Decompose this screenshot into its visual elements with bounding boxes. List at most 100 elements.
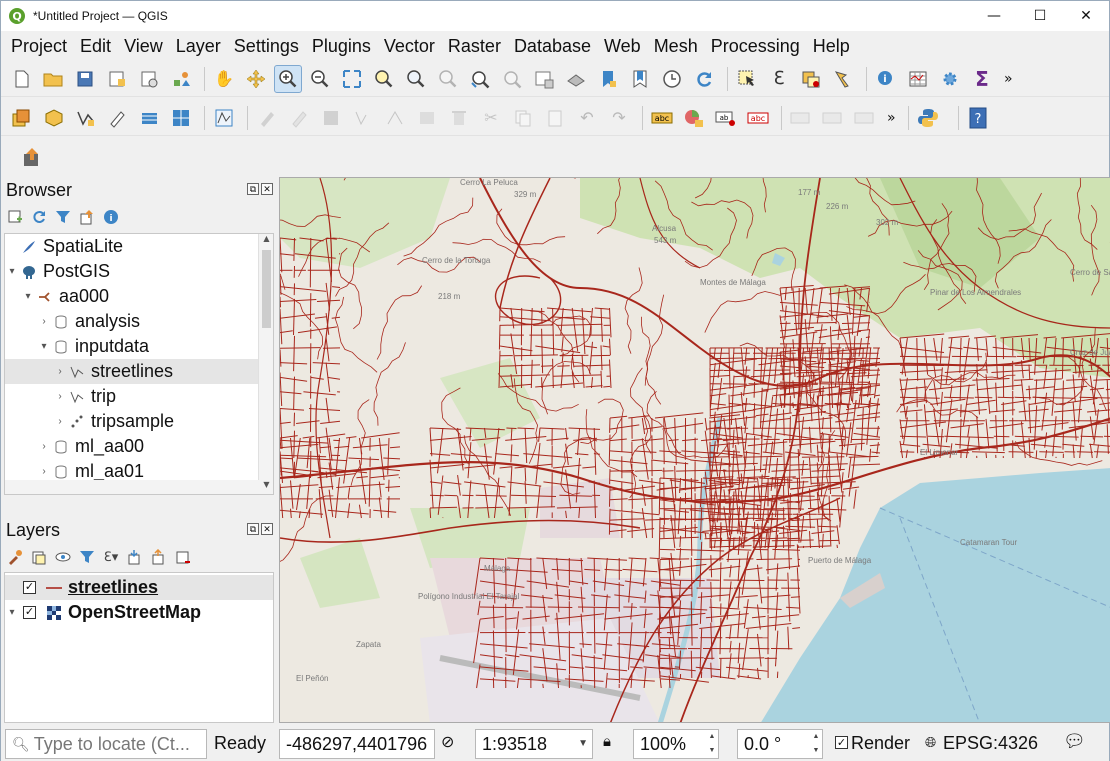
filter-browser-icon[interactable] xyxy=(55,209,71,225)
layout-manager-icon[interactable] xyxy=(135,65,163,93)
expand-arrow[interactable]: › xyxy=(37,466,51,477)
temporal-controller-icon[interactable] xyxy=(658,65,686,93)
menu-edit[interactable]: Edit xyxy=(74,36,118,57)
zoom-to-layer-icon[interactable] xyxy=(402,65,430,93)
expand-arrow[interactable]: › xyxy=(53,416,67,427)
new-virtual-layer-icon[interactable] xyxy=(135,104,163,132)
show-hide-labels-icon[interactable] xyxy=(787,104,815,132)
menu-plugins[interactable]: Plugins xyxy=(306,36,378,57)
close-button[interactable]: ✕ xyxy=(1063,1,1109,31)
menu-vector[interactable]: Vector xyxy=(378,36,442,57)
paste-features-icon[interactable] xyxy=(541,104,569,132)
rotate-label-icon[interactable] xyxy=(851,104,879,132)
layer-visibility-checkbox[interactable]: ✓ xyxy=(23,581,36,594)
browser-item-spatialite[interactable]: SpatiaLite xyxy=(5,234,259,259)
locator-search-input[interactable]: 🔍︎ Type to locate (Ct... xyxy=(5,729,207,759)
attribute-table-icon[interactable] xyxy=(904,65,932,93)
remove-layer-icon[interactable] xyxy=(175,549,191,565)
statistics-icon[interactable]: Σ xyxy=(968,65,996,93)
manage-visibility-icon[interactable] xyxy=(55,549,71,565)
new-temporary-layer-icon[interactable] xyxy=(103,104,131,132)
browser-item-ml-aa00[interactable]: › ml_aa00 xyxy=(5,434,259,459)
copy-features-icon[interactable] xyxy=(509,104,537,132)
current-edits-icon[interactable] xyxy=(210,104,238,132)
python-console-icon[interactable] xyxy=(914,104,942,132)
layers-float-icon[interactable]: ⧉ xyxy=(247,523,259,535)
processing-toolbox-icon[interactable] xyxy=(936,65,964,93)
select-by-location-icon[interactable] xyxy=(829,65,857,93)
new-shapefile-icon[interactable] xyxy=(71,104,99,132)
menu-web[interactable]: Web xyxy=(598,36,648,57)
menu-project[interactable]: Project xyxy=(5,36,74,57)
style-manager-icon[interactable] xyxy=(167,65,195,93)
open-project-icon[interactable] xyxy=(39,65,67,93)
browser-horizontal-scrollbar[interactable] xyxy=(5,480,259,494)
redo-icon[interactable]: ↷ xyxy=(605,104,633,132)
toolbar-overflow-button[interactable]: » xyxy=(1004,71,1013,87)
new-print-layout-icon[interactable] xyxy=(103,65,131,93)
add-group-icon[interactable] xyxy=(31,549,47,565)
new-geopackage-icon[interactable] xyxy=(39,104,67,132)
zoom-in-icon[interactable] xyxy=(274,64,302,93)
spin-arrows[interactable]: ▲ ▼ xyxy=(810,730,822,758)
menu-database[interactable]: Database xyxy=(508,36,598,57)
expand-arrow[interactable]: › xyxy=(37,316,51,327)
new-3d-view-icon[interactable] xyxy=(562,65,590,93)
spin-arrows[interactable]: ▲ ▼ xyxy=(706,730,718,758)
messages-icon[interactable]: 💬︎ xyxy=(1063,731,1086,752)
new-project-icon[interactable] xyxy=(7,65,35,93)
save-project-icon[interactable] xyxy=(71,65,99,93)
zoom-last-icon[interactable] xyxy=(466,65,494,93)
crs-button[interactable]: EPSG:4326 xyxy=(943,733,1038,754)
toggle-extents-icon[interactable]: ⊘ xyxy=(441,732,454,752)
expand-arrow[interactable]: ▾ xyxy=(37,341,51,352)
browser-item-trip[interactable]: › trip xyxy=(5,384,259,409)
menu-layer[interactable]: Layer xyxy=(170,36,228,57)
toggle-editing-icon[interactable] xyxy=(253,104,281,132)
new-spatialite-layer-icon[interactable] xyxy=(167,104,195,132)
menu-help[interactable]: Help xyxy=(807,36,857,57)
enable-properties-icon[interactable]: i xyxy=(103,209,119,225)
scale-combobox[interactable]: 1:93518 ▼ xyxy=(475,729,593,759)
cut-features-icon[interactable]: ✂ xyxy=(477,104,505,132)
select-features-icon[interactable] xyxy=(733,65,761,93)
map-canvas[interactable]: Cerro La Peluca 329 m Alcusa 543 m 218 m… xyxy=(279,177,1110,723)
save-edits-icon[interactable] xyxy=(317,104,345,132)
plugin-tool-icon[interactable] xyxy=(19,143,47,171)
deselect-icon[interactable] xyxy=(797,65,825,93)
collapse-all-icon[interactable] xyxy=(79,209,95,225)
browser-item-postgis[interactable]: ▾ PostGIS xyxy=(5,259,259,284)
refresh-browser-icon[interactable] xyxy=(31,209,47,225)
vertex-tool-icon[interactable] xyxy=(381,104,409,132)
map-rendering[interactable] xyxy=(280,178,1110,723)
toolbar2-overflow-button[interactable]: » xyxy=(887,110,896,126)
browser-item-tripsample[interactable]: › tripsample xyxy=(5,409,259,434)
expand-all-icon[interactable] xyxy=(127,549,143,565)
highlight-pinned-labels-icon[interactable]: ab xyxy=(712,104,740,132)
zoom-native-icon[interactable] xyxy=(434,65,462,93)
menu-processing[interactable]: Processing xyxy=(705,36,807,57)
expand-arrow[interactable]: › xyxy=(53,391,67,402)
expand-arrow[interactable]: › xyxy=(53,366,67,377)
filter-legend-icon[interactable] xyxy=(79,549,95,565)
pan-to-selection-icon[interactable] xyxy=(242,65,270,93)
browser-float-icon[interactable]: ⧉ xyxy=(247,183,259,195)
refresh-icon[interactable] xyxy=(690,65,718,93)
add-feature-icon[interactable] xyxy=(349,104,377,132)
layer-item-openstreetmap[interactable]: ▾ ✓ OpenStreetMap xyxy=(5,600,273,625)
magnifier-spinbox[interactable]: 100% ▲ ▼ xyxy=(633,729,719,759)
menu-settings[interactable]: Settings xyxy=(228,36,306,57)
add-selected-layers-icon[interactable] xyxy=(7,209,23,225)
expand-arrow[interactable]: ▾ xyxy=(5,607,19,618)
browser-item-aa000[interactable]: ▾ aa000 xyxy=(5,284,259,309)
zoom-full-icon[interactable] xyxy=(338,65,366,93)
zoom-out-icon[interactable] xyxy=(306,65,334,93)
help-icon[interactable]: ? xyxy=(964,104,992,132)
layers-close-icon[interactable]: ✕ xyxy=(261,523,273,535)
modify-attributes-icon[interactable] xyxy=(413,104,441,132)
pin-labels-icon[interactable]: abc xyxy=(744,104,772,132)
filter-by-expression-icon[interactable]: ℇ▾ xyxy=(103,549,119,565)
menu-mesh[interactable]: Mesh xyxy=(648,36,705,57)
style-layer-icon[interactable] xyxy=(7,549,23,565)
layer-item-streetlines[interactable]: ✓ streetlines xyxy=(5,575,273,600)
